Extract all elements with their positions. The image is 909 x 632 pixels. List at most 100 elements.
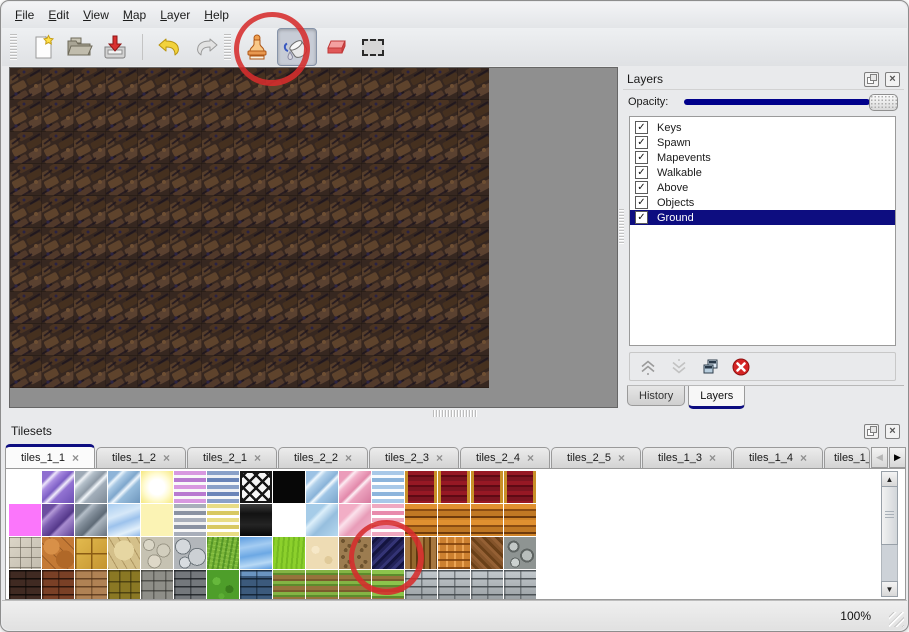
tile-brick-gray[interactable] bbox=[174, 570, 206, 600]
palette-scrollbar[interactable]: ▲ ▼ bbox=[881, 471, 898, 597]
tile-weave-orange[interactable] bbox=[438, 537, 470, 569]
layer-visibility-checkbox[interactable]: ✓ bbox=[635, 211, 648, 224]
horizontal-splitter-grip[interactable] bbox=[433, 410, 477, 417]
tile-carpet-red[interactable] bbox=[504, 471, 536, 503]
scroll-down-button[interactable]: ▼ bbox=[881, 581, 898, 597]
move-layer-up-button[interactable] bbox=[638, 357, 658, 377]
tile-wood-orange[interactable] bbox=[405, 504, 437, 536]
rect-select-tool-button[interactable] bbox=[357, 31, 389, 63]
scrollbar-thumb[interactable] bbox=[881, 487, 898, 545]
tile-glass-blue-light[interactable] bbox=[306, 504, 338, 536]
tile-glow-yellow[interactable] bbox=[141, 471, 173, 503]
tile-carpet-red[interactable] bbox=[471, 471, 503, 503]
tile-empty[interactable] bbox=[9, 471, 41, 503]
tile-wood-orange[interactable] bbox=[438, 504, 470, 536]
layer-visibility-checkbox[interactable]: ✓ bbox=[635, 151, 648, 164]
tile-brick-wall[interactable] bbox=[438, 570, 470, 600]
close-panel-icon[interactable]: × bbox=[885, 424, 900, 439]
close-tab-icon[interactable]: × bbox=[436, 452, 443, 464]
tile-glass-blue[interactable] bbox=[108, 471, 140, 503]
layer-visibility-checkbox[interactable]: ✓ bbox=[635, 166, 648, 179]
menu-item-layer[interactable]: Layer bbox=[160, 8, 190, 22]
tile-stones-gray[interactable] bbox=[174, 537, 206, 569]
tile-stone-gray2[interactable] bbox=[141, 570, 173, 600]
tile-brick-tan[interactable] bbox=[75, 570, 107, 600]
scrollbar-track[interactable] bbox=[881, 545, 898, 581]
tile-brick-wall[interactable] bbox=[471, 570, 503, 600]
toolbar-drag-handle[interactable] bbox=[224, 34, 231, 60]
tile-stripes-blue[interactable] bbox=[207, 471, 239, 503]
tile-brick-dark[interactable] bbox=[9, 570, 41, 600]
tile-farm-rows2[interactable] bbox=[372, 570, 404, 600]
undo-button[interactable] bbox=[154, 31, 186, 63]
tileset-tab-tiles_2_5[interactable]: tiles_2_5× bbox=[551, 447, 641, 468]
tile-pebbles[interactable] bbox=[141, 537, 173, 569]
menu-item-help[interactable]: Help bbox=[204, 8, 229, 22]
tile-navy-tile[interactable] bbox=[372, 537, 404, 569]
eraser-tool-button[interactable] bbox=[321, 31, 353, 63]
new-file-button[interactable] bbox=[27, 31, 59, 63]
tile-stripes-gray[interactable] bbox=[174, 504, 206, 536]
tile-farm-rows[interactable] bbox=[273, 570, 305, 600]
layer-row-ground[interactable]: ✓Ground bbox=[630, 210, 895, 225]
tile-glass-pink-light[interactable] bbox=[339, 504, 371, 536]
tile-stripes-pink[interactable] bbox=[174, 471, 206, 503]
tile-black[interactable] bbox=[273, 471, 305, 503]
opacity-slider[interactable] bbox=[682, 94, 898, 110]
close-tab-icon[interactable]: × bbox=[709, 452, 716, 464]
tab-history[interactable]: History bbox=[627, 386, 685, 406]
tile-water-blue[interactable] bbox=[240, 537, 272, 569]
menu-item-edit[interactable]: Edit bbox=[48, 8, 69, 22]
tile-stone-blocks[interactable] bbox=[9, 537, 41, 569]
tileset-tab-tiles_2_4[interactable]: tiles_2_4× bbox=[460, 447, 550, 468]
tile-lattice[interactable] bbox=[240, 471, 272, 503]
layer-row-above[interactable]: ✓Above bbox=[630, 180, 895, 195]
float-panel-icon[interactable] bbox=[864, 72, 879, 87]
layer-row-walkable[interactable]: ✓Walkable bbox=[630, 165, 895, 180]
menu-item-file[interactable]: File bbox=[15, 8, 34, 22]
tile-wood-orange[interactable] bbox=[504, 504, 536, 536]
tile-path-stone[interactable] bbox=[108, 537, 140, 569]
opacity-slider-handle[interactable] bbox=[869, 94, 898, 111]
tile-herringbone[interactable] bbox=[471, 537, 503, 569]
tile-brick-wall[interactable] bbox=[504, 570, 536, 600]
tile-farm-rows[interactable] bbox=[306, 570, 338, 600]
tileset-tab-tiles_2_3[interactable]: tiles_2_3× bbox=[369, 447, 459, 468]
close-tab-icon[interactable]: × bbox=[345, 452, 352, 464]
layer-row-keys[interactable]: ✓Keys bbox=[630, 120, 895, 135]
tile-carpet-red[interactable] bbox=[438, 471, 470, 503]
tile-water-sparkle[interactable] bbox=[108, 504, 140, 536]
tile-empty[interactable] bbox=[273, 504, 305, 536]
layer-visibility-checkbox[interactable]: ✓ bbox=[635, 121, 648, 134]
tile-stripes-yellow[interactable] bbox=[207, 504, 239, 536]
tile-farm-rows[interactable] bbox=[339, 570, 371, 600]
resize-grip[interactable] bbox=[889, 612, 904, 627]
float-panel-icon[interactable] bbox=[864, 424, 879, 439]
tile-glass-pink[interactable] bbox=[339, 471, 371, 503]
tileset-tab-tiles_2_2[interactable]: tiles_2_2× bbox=[278, 447, 368, 468]
tile-grass-mid[interactable] bbox=[207, 537, 239, 569]
tile-stone-orange[interactable] bbox=[42, 537, 74, 569]
close-tab-icon[interactable]: × bbox=[72, 452, 79, 464]
tile-wood-orange[interactable] bbox=[471, 504, 503, 536]
tile-dirt-dots[interactable] bbox=[339, 537, 371, 569]
close-tab-icon[interactable]: × bbox=[163, 452, 170, 464]
save-file-button[interactable] bbox=[99, 31, 131, 63]
tile-metal-plate[interactable] bbox=[240, 504, 272, 536]
tile-logs-gray[interactable] bbox=[504, 537, 536, 569]
close-tab-icon[interactable]: × bbox=[254, 452, 261, 464]
tile-brick-wall[interactable] bbox=[405, 570, 437, 600]
layer-row-spawn[interactable]: ✓Spawn bbox=[630, 135, 895, 150]
duplicate-layer-button[interactable] bbox=[700, 357, 720, 377]
tab-scroll-left-button[interactable]: ◀ bbox=[871, 447, 888, 468]
tile-stripes-blue-white[interactable] bbox=[372, 471, 404, 503]
tab-scroll-right-button[interactable]: ▶ bbox=[889, 447, 906, 468]
tileset-tab-tiles_1[interactable]: tiles_1_ bbox=[824, 447, 870, 468]
open-file-button[interactable] bbox=[63, 31, 95, 63]
layer-visibility-checkbox[interactable]: ✓ bbox=[635, 196, 648, 209]
close-tab-icon[interactable]: × bbox=[618, 452, 625, 464]
layer-visibility-checkbox[interactable]: ✓ bbox=[635, 136, 648, 149]
tileset-tab-tiles_1_4[interactable]: tiles_1_4× bbox=[733, 447, 823, 468]
tile-planks-vert[interactable] bbox=[405, 537, 437, 569]
horizontal-splitter[interactable] bbox=[1, 408, 908, 419]
